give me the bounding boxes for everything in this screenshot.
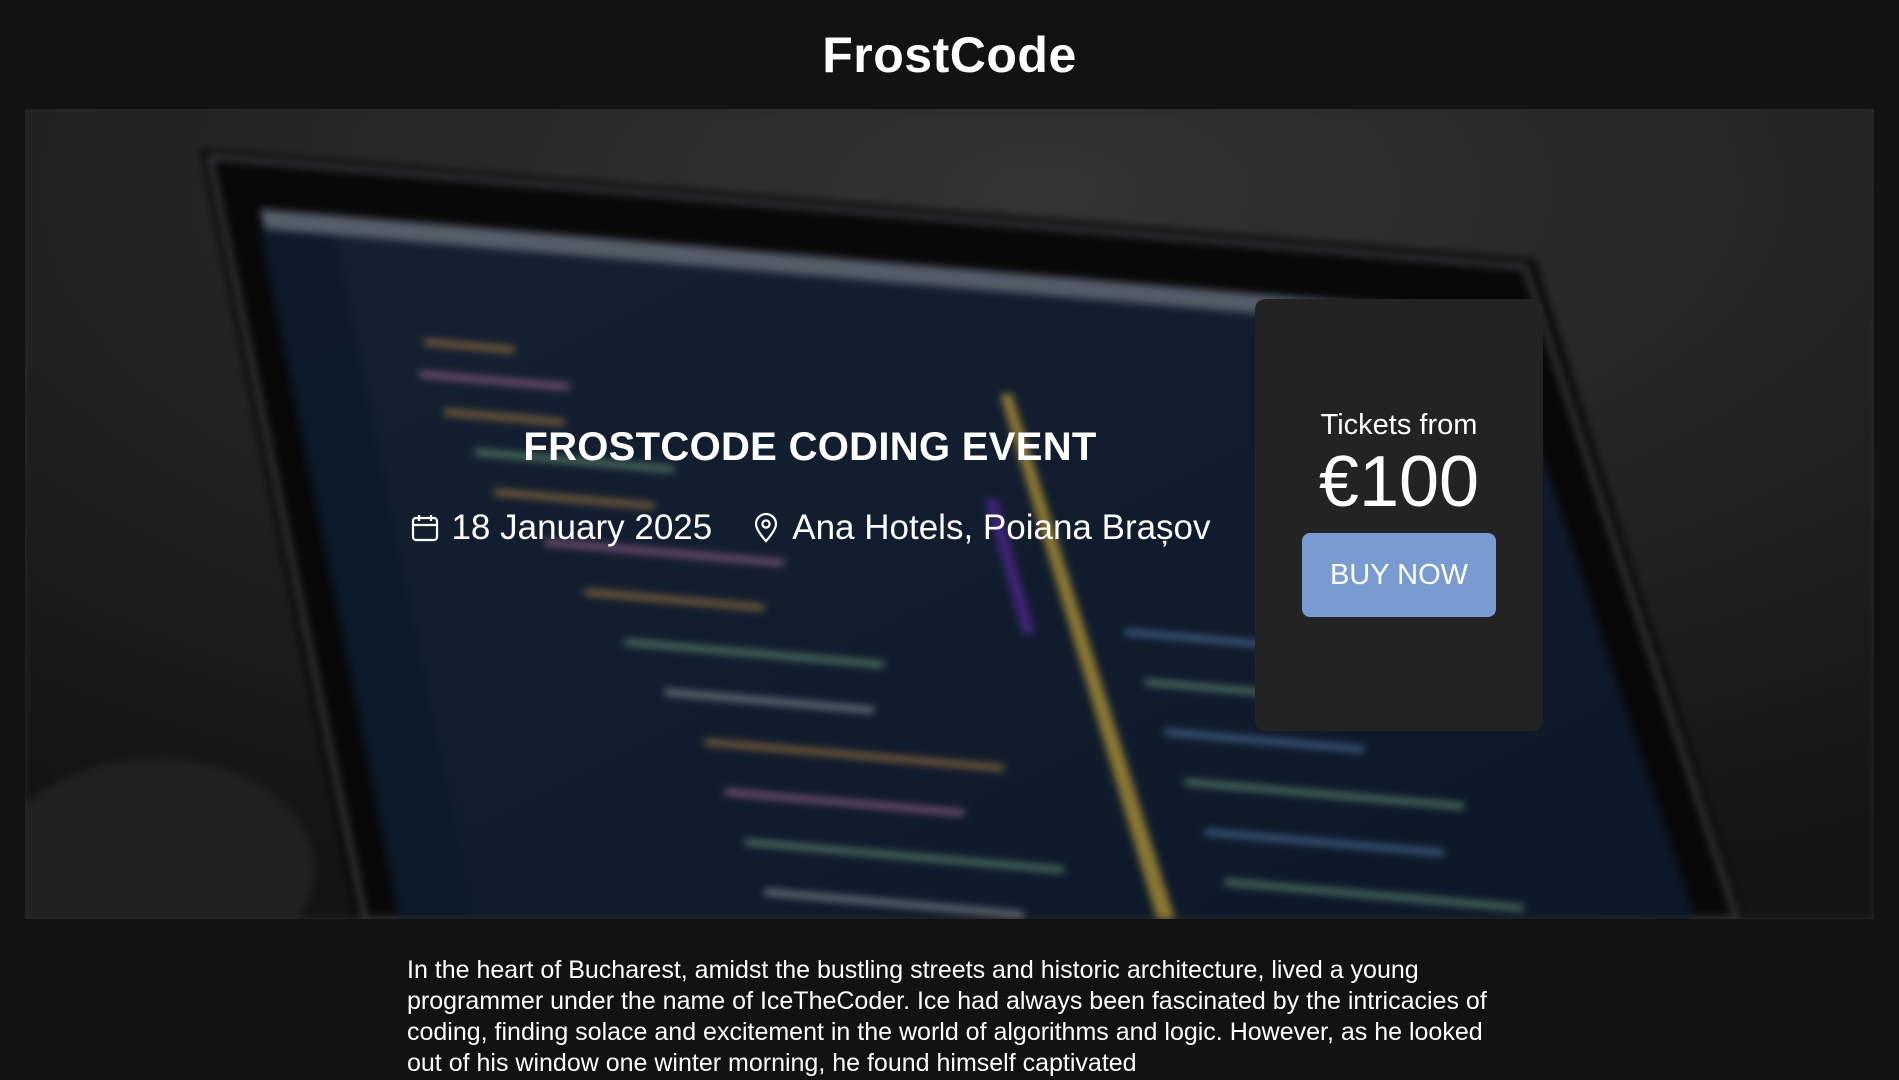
ticket-card: Tickets from €100 BUY NOW — [1255, 299, 1543, 731]
event-title: FROSTCODE CODING EVENT — [523, 425, 1097, 469]
event-location-text: Ana Hotels, Poiana Brașov — [792, 508, 1211, 547]
hero-content: FROSTCODE CODING EVENT 18 January 2025 A… — [380, 425, 1240, 548]
event-location: Ana Hotels, Poiana Brașov — [750, 508, 1211, 548]
site-header: FrostCode — [0, 0, 1899, 109]
ticket-price: €100 — [1318, 442, 1480, 522]
event-story-paragraph: In the heart of Bucharest, amidst the bu… — [407, 956, 1487, 1077]
event-date-text: 18 January 2025 — [451, 508, 713, 547]
location-pin-icon — [750, 512, 782, 544]
event-meta: 18 January 2025 Ana Hotels, Poiana Brașo… — [380, 508, 1240, 548]
hero-section: FROSTCODE CODING EVENT 18 January 2025 A… — [25, 109, 1874, 919]
event-date: 18 January 2025 — [409, 508, 712, 548]
tickets-from-label: Tickets from — [1320, 409, 1478, 441]
calendar-icon — [409, 512, 441, 544]
site-title: FrostCode — [822, 26, 1077, 83]
buy-now-button[interactable]: BUY NOW — [1302, 533, 1496, 617]
